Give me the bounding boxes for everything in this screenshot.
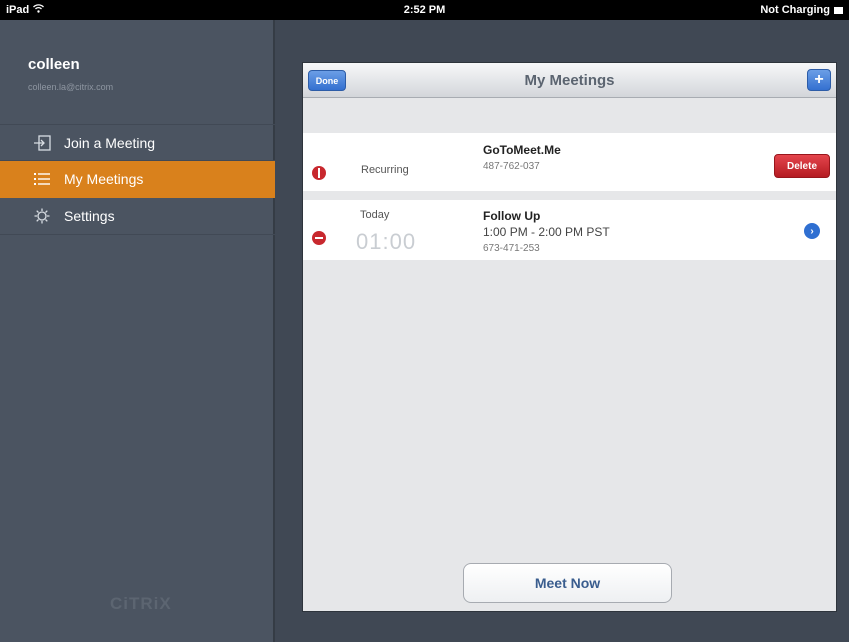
meetings-panel: Done My Meetings + Recurring GoToMeet.Me… xyxy=(302,62,837,612)
sidebar-item-label: My Meetings xyxy=(64,171,144,187)
sidebar-item-my-meetings[interactable]: My Meetings xyxy=(0,161,275,198)
gear-icon xyxy=(32,206,52,226)
status-bar: iPad 2:52 PM Not Charging xyxy=(0,0,849,20)
sidebar-item-settings[interactable]: Settings xyxy=(0,198,275,235)
meeting-title: GoToMeet.Me xyxy=(483,143,561,157)
disclosure-icon[interactable]: › xyxy=(804,223,820,239)
user-name: colleen xyxy=(28,56,80,73)
add-meeting-button[interactable]: + xyxy=(807,69,831,91)
meeting-time: 01:00 xyxy=(356,229,417,254)
meet-now-button[interactable]: Meet Now xyxy=(463,563,672,603)
meeting-id: 673-471-253 xyxy=(483,243,540,254)
navbar: Done My Meetings + xyxy=(303,63,836,98)
sidebar-menu: Join a Meeting My Meetings Settings xyxy=(0,124,275,235)
sidebar-item-join-meeting[interactable]: Join a Meeting xyxy=(0,124,275,161)
minus-circle-icon[interactable] xyxy=(312,231,326,245)
citrix-logo: CiTRiX xyxy=(110,594,172,613)
battery-icon xyxy=(834,6,843,14)
meeting-title: Follow Up xyxy=(483,209,541,223)
meeting-schedule: 1:00 PM - 2:00 PM PST xyxy=(483,225,610,239)
meeting-when: Today xyxy=(360,209,390,221)
meeting-row[interactable]: Today 01:00 Follow Up 1:00 PM - 2:00 PM … xyxy=(303,200,836,260)
user-email: colleen.la@citrix.com xyxy=(28,82,114,92)
page-title: My Meetings xyxy=(524,72,615,89)
meeting-id: 487-762-037 xyxy=(483,161,540,172)
delete-confirm-icon[interactable] xyxy=(312,166,326,180)
sidebar: colleen colleen.la@citrix.com Join a Mee… xyxy=(0,20,275,642)
meeting-row[interactable]: Recurring GoToMeet.Me 487-762-037 Delete xyxy=(303,133,836,191)
list-icon xyxy=(32,169,52,189)
battery-status: Not Charging xyxy=(760,4,830,16)
meeting-when: Recurring xyxy=(361,164,409,176)
join-icon xyxy=(32,133,52,153)
status-time: 2:52 PM xyxy=(403,4,446,16)
sidebar-item-label: Join a Meeting xyxy=(64,134,156,151)
sidebar-item-label: Settings xyxy=(64,208,115,224)
delete-button[interactable]: Delete xyxy=(774,154,830,178)
